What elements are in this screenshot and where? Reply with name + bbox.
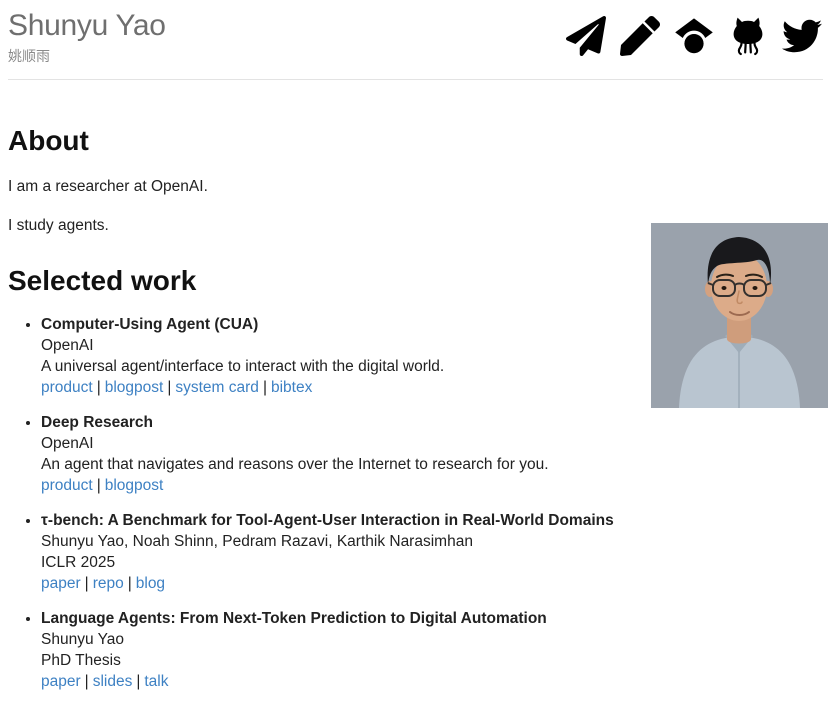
work-detail: ICLR 2025	[41, 553, 116, 571]
work-link[interactable]: product	[41, 477, 93, 494]
scholar-link[interactable]	[674, 16, 714, 56]
link-separator: |	[167, 378, 172, 396]
work-link[interactable]: system card	[175, 379, 259, 396]
work-item: Language Agents: From Next-Token Predict…	[41, 608, 641, 692]
work-links: product | blogpost	[41, 475, 641, 496]
work-title: τ-bench: A Benchmark for Tool-Agent-User…	[41, 511, 614, 529]
work-link[interactable]: blogpost	[105, 379, 164, 396]
work-item: τ-bench: A Benchmark for Tool-Agent-User…	[41, 510, 641, 594]
twitter-link[interactable]	[782, 16, 822, 56]
work-title: Language Agents: From Next-Token Predict…	[41, 609, 547, 627]
about-paragraph: I am a researcher at OpenAI.	[8, 177, 208, 195]
work-link[interactable]: slides	[93, 673, 133, 690]
work-link[interactable]: blog	[136, 575, 165, 592]
pencil-icon	[620, 16, 660, 56]
work-item: Deep Research OpenAI An agent that navig…	[41, 412, 641, 496]
work-title: Deep Research	[41, 413, 154, 431]
work-links: product | blogpost | system card | bibtex	[41, 377, 641, 398]
work-byline: OpenAI	[41, 336, 94, 354]
title-block: Shunyu Yao 姚顺雨	[8, 10, 166, 66]
work-list: Computer-Using Agent (CUA) OpenAI A univ…	[8, 314, 641, 720]
about-heading: About	[8, 124, 89, 156]
work-link[interactable]: bibtex	[271, 379, 312, 396]
link-separator: |	[96, 476, 101, 494]
work-links: paper | slides | talk	[41, 671, 641, 692]
profile-photo	[651, 222, 828, 408]
link-separator: |	[84, 672, 89, 690]
paper-plane-icon	[566, 16, 606, 56]
work-detail: An agent that navigates and reasons over…	[41, 455, 549, 473]
work-link[interactable]: talk	[144, 673, 168, 690]
chinese-name: 姚顺雨	[8, 47, 50, 64]
social-links	[566, 16, 822, 56]
link-separator: |	[127, 574, 132, 592]
work-item: Computer-Using Agent (CUA) OpenAI A univ…	[41, 314, 641, 398]
about-paragraph: I study agents.	[8, 216, 109, 234]
work-byline: Shunyu Yao, Noah Shinn, Pedram Razavi, K…	[41, 532, 473, 550]
twitter-bird-icon	[782, 19, 822, 53]
work-detail: PhD Thesis	[41, 651, 121, 669]
octocat-icon	[733, 17, 763, 56]
work-detail: A universal agent/interface to interact …	[41, 357, 445, 375]
main-content: About I am a researcher at OpenAI. I stu…	[0, 124, 831, 720]
header-divider	[8, 78, 823, 80]
link-separator: |	[136, 672, 141, 690]
work-links: paper | repo | blog	[41, 573, 641, 594]
work-byline: Shunyu Yao	[41, 630, 125, 648]
work-title: Computer-Using Agent (CUA)	[41, 315, 259, 333]
blog-link[interactable]	[620, 16, 660, 56]
site-header: Shunyu Yao 姚顺雨	[0, 0, 831, 66]
work-link[interactable]: paper	[41, 673, 81, 690]
personal-homepage: Shunyu Yao 姚顺雨 About I am a researcher a…	[0, 0, 831, 720]
github-link[interactable]	[728, 16, 768, 56]
work-link[interactable]: blogpost	[105, 477, 164, 494]
page-title: Shunyu Yao	[8, 9, 166, 42]
graduation-cap-icon	[675, 18, 713, 54]
work-link[interactable]: paper	[41, 575, 81, 592]
link-separator: |	[96, 378, 101, 396]
work-byline: OpenAI	[41, 434, 94, 452]
email-link[interactable]	[566, 16, 606, 56]
link-separator: |	[262, 378, 267, 396]
work-link[interactable]: product	[41, 379, 93, 396]
link-separator: |	[84, 574, 89, 592]
work-link[interactable]: repo	[93, 575, 124, 592]
